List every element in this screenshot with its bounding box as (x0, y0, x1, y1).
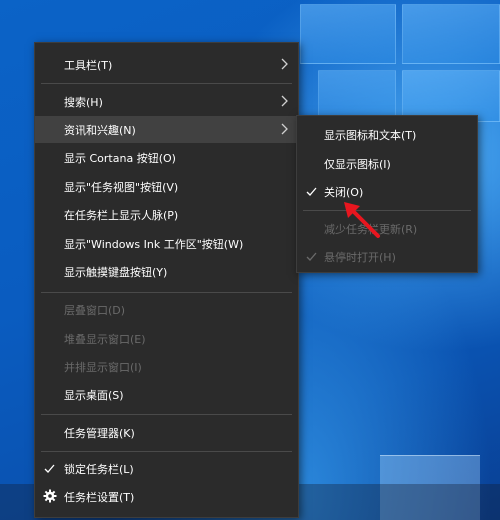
menu-separator (41, 83, 292, 84)
windows-logo-pane (300, 4, 396, 64)
menu-item-label: 在任务栏上显示人脉(P) (64, 208, 179, 222)
menu-item-news-and-interests[interactable]: 资讯和兴趣(N) (35, 116, 298, 143)
menu-item-show-cortana-button[interactable]: 显示 Cortana 按钮(O) (35, 144, 298, 171)
checkmark-icon (306, 252, 317, 261)
menu-item-label: 堆叠显示窗口(E) (64, 332, 146, 346)
news-and-interests-submenu: 显示图标和文本(T) 仅显示图标(I) 关闭(O) 减少任务栏更新(R) 悬停时… (296, 115, 478, 273)
menu-item-taskbar-settings[interactable]: 任务栏设置(T) (35, 483, 298, 510)
menu-item-label: 任务栏设置(T) (64, 490, 135, 504)
taskbar-context-menu: 工具栏(T) 搜索(H) 资讯和兴趣(N) 显示 Cortana 按钮(O) 显… (34, 42, 299, 518)
chevron-right-icon (281, 95, 288, 107)
menu-item-search[interactable]: 搜索(H) (35, 88, 298, 115)
menu-item-label: 显示"Windows Ink 工作区"按钮(W) (64, 237, 244, 251)
menu-item-toolbars[interactable]: 工具栏(T) (35, 51, 298, 78)
menu-item-label: 锁定任务栏(L) (64, 462, 134, 476)
menu-item-cascade-windows: 层叠窗口(D) (35, 296, 298, 323)
chevron-right-icon (281, 123, 288, 135)
menu-item-label: 工具栏(T) (64, 58, 113, 72)
menu-item-task-manager[interactable]: 任务管理器(K) (35, 419, 298, 446)
menu-item-show-task-view-button[interactable]: 显示"任务视图"按钮(V) (35, 173, 298, 200)
submenu-item-label: 仅显示图标(I) (324, 158, 391, 171)
menu-item-label: 显示"任务视图"按钮(V) (64, 180, 179, 194)
submenu-item-label: 显示图标和文本(T) (324, 129, 417, 142)
menu-item-label: 显示触摸键盘按钮(Y) (64, 265, 168, 279)
chevron-right-icon (281, 58, 288, 70)
menu-item-stack-windows: 堆叠显示窗口(E) (35, 325, 298, 352)
submenu-item-show-icon-only[interactable]: 仅显示图标(I) (297, 150, 477, 178)
menu-separator (41, 292, 292, 293)
menu-item-show-desktop[interactable]: 显示桌面(S) (35, 381, 298, 408)
menu-item-lock-taskbar[interactable]: 锁定任务栏(L) (35, 455, 298, 482)
menu-item-label: 任务管理器(K) (64, 426, 135, 440)
submenu-item-open-on-hover: 悬停时打开(H) (297, 243, 477, 271)
gear-icon (43, 489, 57, 503)
menu-item-side-by-side-windows: 并排显示窗口(I) (35, 353, 298, 380)
menu-item-label: 并排显示窗口(I) (64, 360, 142, 374)
menu-item-label: 显示桌面(S) (64, 388, 124, 402)
windows-logo-pane (402, 4, 500, 64)
submenu-item-show-icon-and-text[interactable]: 显示图标和文本(T) (297, 121, 477, 149)
checkmark-icon (306, 187, 317, 196)
submenu-item-label: 悬停时打开(H) (324, 251, 396, 264)
menu-separator (41, 414, 292, 415)
red-arrow-annotation (344, 202, 380, 238)
menu-item-show-windows-ink-button[interactable]: 显示"Windows Ink 工作区"按钮(W) (35, 230, 298, 257)
menu-separator (41, 451, 292, 452)
menu-item-label: 层叠窗口(D) (64, 303, 126, 317)
checkmark-icon (44, 464, 55, 473)
menu-item-show-touch-keyboard-button[interactable]: 显示触摸键盘按钮(Y) (35, 258, 298, 285)
menu-item-show-people[interactable]: 在任务栏上显示人脉(P) (35, 201, 298, 228)
menu-item-label: 显示 Cortana 按钮(O) (64, 151, 176, 165)
menu-item-label: 搜索(H) (64, 95, 103, 109)
menu-item-label: 资讯和兴趣(N) (64, 123, 136, 137)
